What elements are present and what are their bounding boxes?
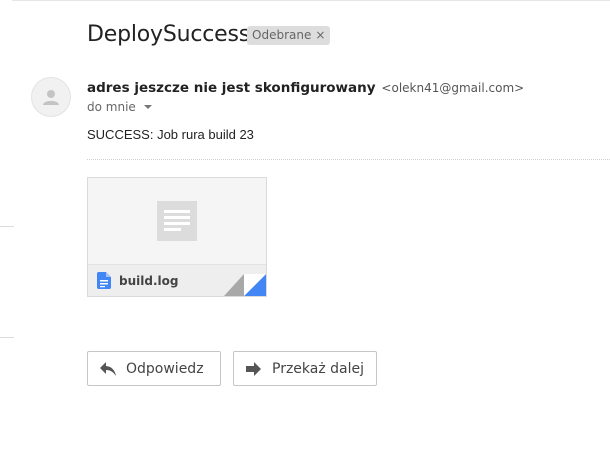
sender-line: adres jeszcze nie jest skonfigurowany <o… — [87, 79, 524, 96]
attachment-preview — [88, 178, 266, 264]
email-subject: DeploySuccess — [87, 22, 250, 47]
page-fold-icon — [224, 274, 266, 296]
reply-button-label: Odpowiedz — [126, 360, 204, 377]
attachment-card[interactable]: build.log — [87, 177, 267, 297]
document-preview-icon — [157, 201, 197, 241]
recipient-label: do mnie — [87, 100, 136, 114]
remove-label-icon[interactable]: × — [315, 26, 325, 45]
chevron-down-icon[interactable] — [143, 105, 152, 109]
person-icon — [43, 90, 59, 105]
forward-button[interactable]: Przekaż dalej — [233, 351, 377, 386]
email-body: SUCCESS: Job rura build 23 — [87, 127, 254, 142]
reply-icon — [100, 361, 116, 376]
sender-name[interactable]: adres jeszcze nie jest skonfigurowany — [87, 80, 376, 96]
top-divider — [12, 0, 610, 1]
sender-email: <olekn41@gmail.com> — [381, 81, 525, 95]
attachment-filename: build.log — [119, 273, 179, 288]
label-chip-text: Odebrane — [252, 28, 312, 42]
recipient-details-toggle[interactable]: do mnie — [87, 100, 152, 114]
side-divider — [0, 226, 14, 227]
avatar[interactable] — [31, 77, 71, 117]
label-chip[interactable]: Odebrane × — [247, 26, 331, 45]
attachment-divider — [87, 159, 610, 160]
file-icon — [97, 272, 111, 289]
side-divider — [0, 337, 14, 338]
forward-icon — [246, 361, 261, 376]
reply-button[interactable]: Odpowiedz — [87, 351, 221, 386]
forward-button-label: Przekaż dalej — [272, 360, 365, 377]
